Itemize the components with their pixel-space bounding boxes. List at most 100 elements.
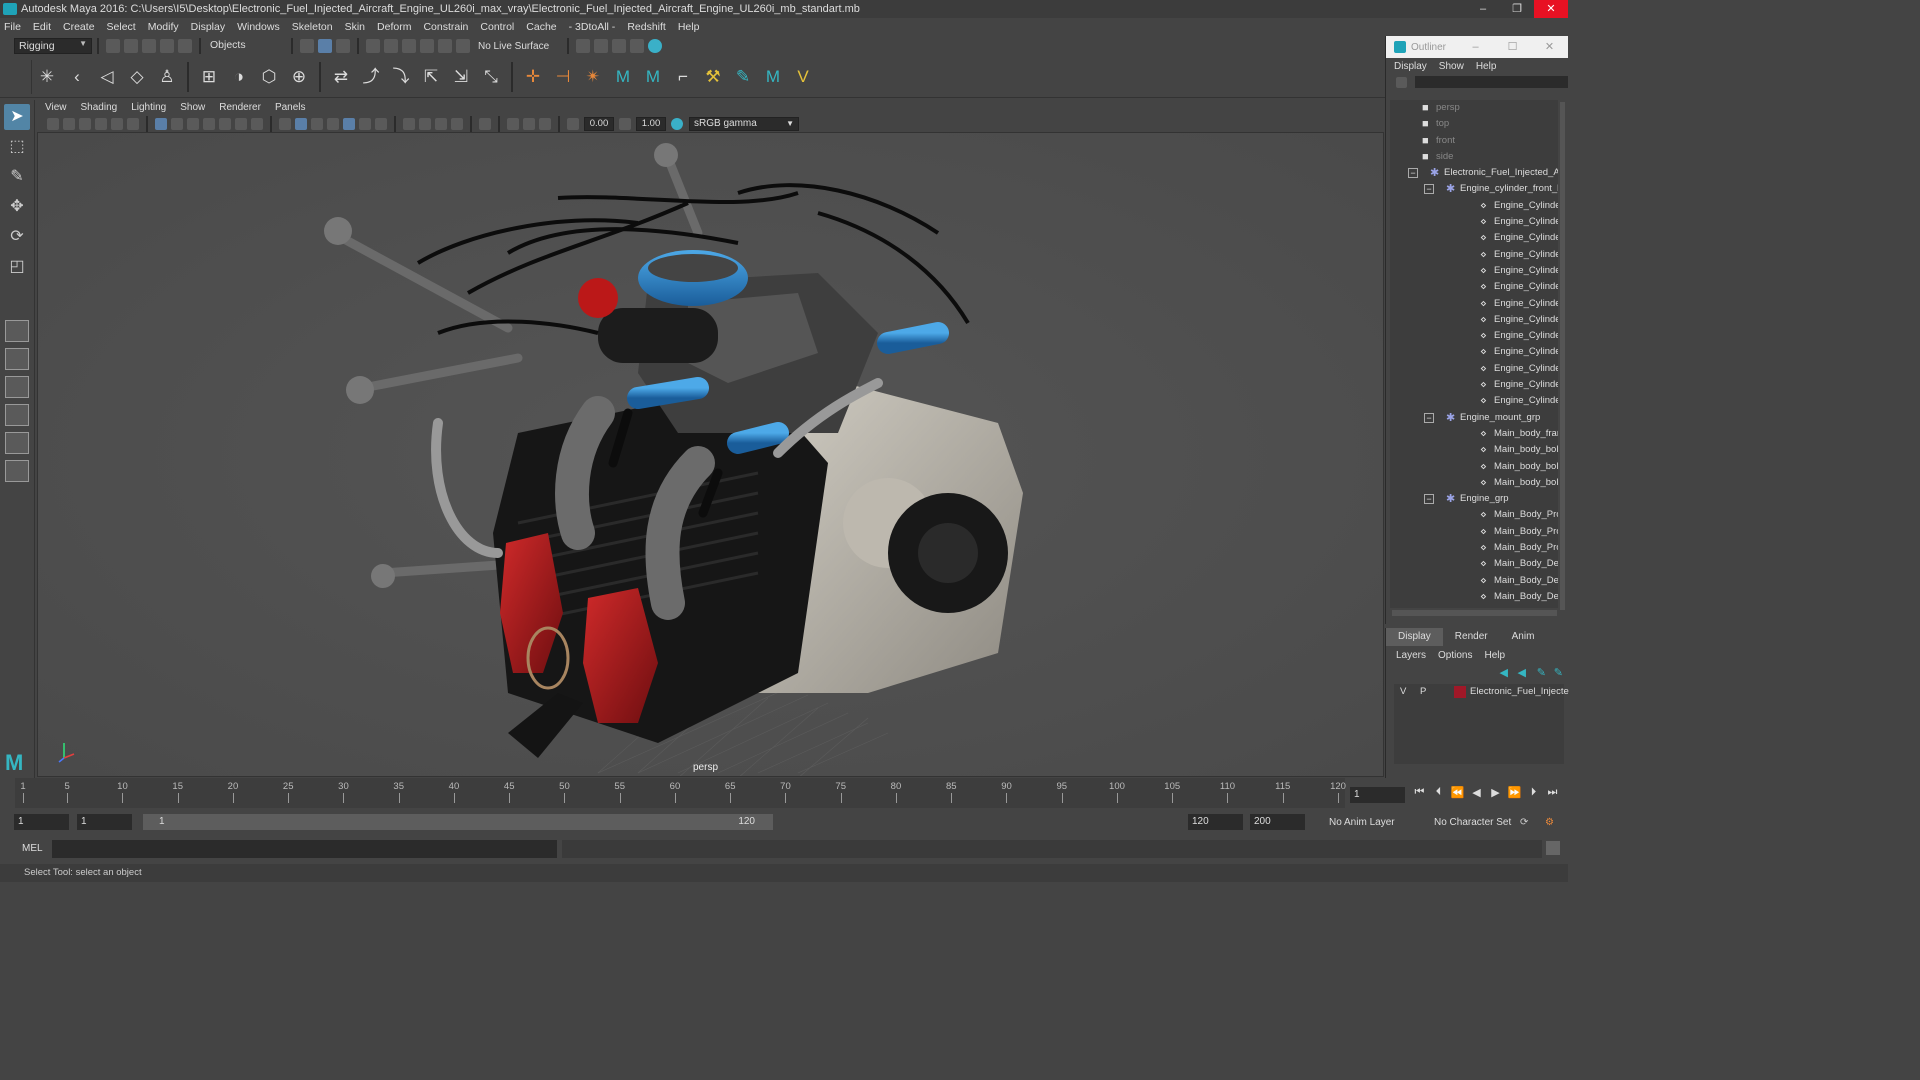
collapse-toggle-icon[interactable]: − — [1424, 494, 1434, 505]
image-plane-icon[interactable] — [95, 117, 107, 130]
menu-item[interactable]: Create — [63, 21, 95, 33]
outliner-persp-layout-icon[interactable] — [5, 404, 29, 426]
collapse-toggle-icon[interactable]: − — [1408, 168, 1418, 179]
maximize-button[interactable]: ❐ — [1500, 0, 1534, 18]
exposure-icon[interactable] — [567, 117, 579, 130]
menu-item[interactable]: Select — [107, 21, 136, 33]
collapse-toggle-icon[interactable]: − — [1424, 184, 1434, 195]
outliner-item[interactable]: ⋄ Main_Body_Propelle — [1390, 540, 1558, 556]
outliner-item[interactable]: ⋄ Main_Body_Details_f — [1390, 589, 1558, 605]
outliner-item[interactable]: ■ side — [1390, 149, 1558, 165]
outliner-item[interactable]: ⋄ Main_Body_Propelle — [1390, 524, 1558, 540]
character-set-dropdown[interactable]: No Character Set — [1434, 817, 1511, 828]
outliner-item[interactable]: ⋄ Engine_Cylinder_ma — [1390, 361, 1558, 377]
outliner-item[interactable]: ⋄ Engine_Cylinder_ma — [1390, 198, 1558, 214]
viewport-menu-item[interactable]: Lighting — [131, 102, 166, 113]
outliner-item[interactable]: − ✱ Engine_cylinder_front_le — [1390, 181, 1558, 197]
menu-item[interactable]: Skeleton — [292, 21, 333, 33]
insert-joint-icon[interactable]: ◇ — [126, 66, 148, 88]
grease-pencil-icon[interactable] — [127, 117, 139, 130]
safe-action-icon[interactable] — [235, 117, 247, 130]
outliner-item[interactable]: ⋄ Main_body_frame — [1390, 426, 1558, 442]
joint-tool-icon[interactable]: ✳ — [36, 66, 58, 88]
outliner-item[interactable]: ⋄ Engine_Cylinder_air_ — [1390, 393, 1558, 409]
lattice-icon[interactable]: ⊞ — [198, 66, 220, 88]
xray-joints-icon[interactable] — [539, 117, 551, 130]
render-view-icon[interactable] — [576, 39, 591, 53]
layer-menu-item[interactable]: Layers — [1396, 650, 1426, 661]
collapse-toggle-icon[interactable]: − — [1424, 412, 1434, 423]
blend-shape-icon[interactable]: ⚒ — [702, 66, 724, 88]
menu-item[interactable]: Display — [191, 21, 225, 33]
select-camera-icon[interactable] — [47, 117, 59, 130]
layer-menu-item[interactable]: Options — [1438, 650, 1472, 661]
menu-item[interactable]: - 3DtoAll - — [569, 21, 616, 33]
script-editor-icon[interactable] — [1546, 841, 1560, 855]
scale-tool-icon[interactable]: ◰ — [4, 254, 30, 280]
go-to-end-icon[interactable]: ⏭ — [1543, 786, 1562, 799]
step-back-icon[interactable]: ⏴ — [1429, 786, 1448, 799]
motion-blur-icon[interactable] — [419, 117, 431, 130]
wireframe-on-shaded-icon[interactable] — [327, 117, 339, 130]
outliner-menu-item[interactable]: Help — [1476, 61, 1497, 72]
menu-item[interactable]: Deform — [377, 21, 411, 33]
close-button[interactable]: ✕ — [1534, 0, 1568, 18]
auto-key-icon[interactable]: ⟳ — [1520, 817, 1528, 828]
layer-menu-item[interactable]: Help — [1484, 650, 1505, 661]
viewport-menu-item[interactable]: Shading — [81, 102, 118, 113]
script-language-label[interactable]: MEL — [22, 843, 43, 854]
viewport-menu-item[interactable]: Panels — [275, 102, 306, 113]
paint-blendshape-icon[interactable]: ✎ — [732, 66, 754, 88]
new-layer-selected-icon[interactable]: ✎ — [1554, 666, 1563, 679]
isolate-select-icon[interactable] — [479, 117, 491, 130]
ik-handle-icon[interactable]: ‹ — [66, 66, 88, 88]
use-default-material-icon[interactable] — [311, 117, 323, 130]
move-layer-down-icon[interactable]: ◀ — [1518, 666, 1526, 679]
layer-row[interactable]: V P Electronic_Fuel_Injecte — [1394, 684, 1569, 700]
layer-tab[interactable]: Render — [1443, 628, 1500, 646]
undo-icon[interactable] — [160, 39, 174, 53]
outliner-item[interactable]: ⋄ Engine_Cylinder_mo — [1390, 247, 1558, 263]
prev-key-icon[interactable]: ⏪ — [1448, 786, 1467, 799]
outliner-item[interactable]: ⋄ Main_Body_Details_f — [1390, 573, 1558, 589]
snap-view-plane-icon[interactable] — [420, 39, 434, 53]
select-object-icon[interactable] — [318, 39, 332, 53]
outliner-item[interactable]: ⋄ Engine_Cylinder_air_ — [1390, 214, 1558, 230]
play-forward-icon[interactable]: ▶ — [1486, 786, 1505, 799]
wrap-deformer-icon[interactable]: ⬡ — [258, 66, 280, 88]
menu-item[interactable]: Skin — [345, 21, 365, 33]
gamma-icon[interactable] — [619, 117, 631, 130]
film-gate-icon[interactable] — [171, 117, 183, 130]
resolution-gate-icon[interactable] — [187, 117, 199, 130]
cluster-icon[interactable]: ◑ — [228, 66, 250, 88]
new-scene-icon[interactable] — [106, 39, 120, 53]
outliner-minimize-button[interactable]: – — [1457, 36, 1494, 58]
menu-item[interactable]: Cache — [526, 21, 556, 33]
paint-select-icon[interactable]: ✎ — [4, 164, 30, 190]
step-forward-icon[interactable]: ⏵ — [1524, 786, 1543, 799]
lasso-tool-icon[interactable]: ⬚ — [4, 134, 30, 160]
gate-mask-icon[interactable] — [203, 117, 215, 130]
screen-space-ao-icon[interactable] — [403, 117, 415, 130]
outliner-item[interactable]: ⋄ Main_Body_Propelle — [1390, 507, 1558, 523]
outliner-item[interactable]: ⋄ Engine_Cylinder_bol — [1390, 344, 1558, 360]
playback-toggle[interactable]: P — [1420, 686, 1426, 697]
hypershade-icon[interactable] — [648, 39, 663, 53]
outliner-item[interactable]: ■ front — [1390, 133, 1558, 149]
outliner-item[interactable]: ■ top — [1390, 116, 1558, 132]
select-hierarchy-icon[interactable] — [300, 39, 314, 53]
viewport-menu-item[interactable]: Renderer — [219, 102, 261, 113]
make-live-icon[interactable] — [456, 39, 470, 53]
anti-aliasing-icon[interactable] — [435, 117, 447, 130]
xray-active-components-icon[interactable] — [523, 117, 535, 130]
outliner-horizontal-scrollbar[interactable] — [1392, 610, 1557, 616]
outliner-item[interactable]: ⋄ Main_body_bolts_pa — [1390, 442, 1558, 458]
current-frame-field[interactable]: 1 — [1350, 787, 1405, 803]
use-all-lights-icon[interactable] — [359, 117, 371, 130]
snap-curve-icon[interactable] — [384, 39, 398, 53]
move-tool-icon[interactable]: ✥ — [4, 194, 30, 220]
xray-icon[interactable] — [507, 117, 519, 130]
command-input[interactable] — [52, 840, 557, 858]
shelf-options-icon[interactable] — [14, 59, 32, 94]
bookmark-icon[interactable] — [79, 117, 91, 130]
